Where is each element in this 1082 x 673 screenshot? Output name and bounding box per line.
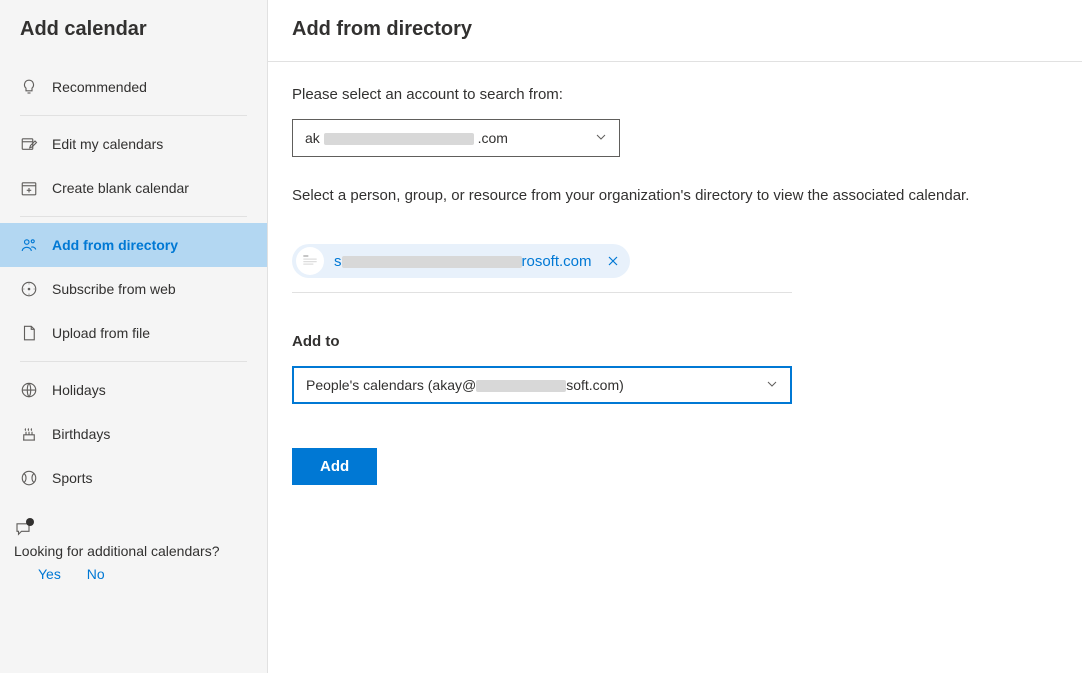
sidebar-item-label: Add from directory — [52, 237, 178, 253]
add-button[interactable]: Add — [292, 448, 377, 485]
avatar — [296, 247, 324, 275]
sidebar: Add calendar Recommended Edit my calenda… — [0, 0, 268, 673]
sidebar-item-upload-file[interactable]: Upload from file — [0, 311, 267, 355]
sidebar-item-create-blank[interactable]: Create blank calendar — [0, 166, 267, 210]
divider — [268, 61, 1082, 62]
feedback-prompt: Looking for additional calendars? — [14, 542, 253, 562]
main-panel: Add from directory Please select an acco… — [268, 0, 1082, 673]
sports-icon — [20, 469, 38, 487]
sidebar-title: Add calendar — [0, 18, 267, 65]
divider — [20, 115, 247, 116]
feedback-icon — [14, 520, 32, 538]
account-select-value: ak .com — [305, 130, 508, 146]
sidebar-item-label: Holidays — [52, 382, 106, 398]
globe-icon — [20, 381, 38, 399]
account-label: Please select an account to search from: — [292, 86, 1082, 103]
feedback-no-link[interactable]: No — [87, 566, 105, 582]
sidebar-item-recommended[interactable]: Recommended — [0, 65, 267, 109]
chevron-down-icon — [595, 130, 607, 146]
sidebar-item-subscribe-web[interactable]: Subscribe from web — [0, 267, 267, 311]
sidebar-group: Add from directory Subscribe from web Up… — [0, 223, 267, 355]
sidebar-item-add-from-directory[interactable]: Add from directory — [0, 223, 267, 267]
instruction-text: Select a person, group, or resource from… — [292, 187, 1082, 204]
sidebar-item-holidays[interactable]: Holidays — [0, 368, 267, 412]
edit-calendar-icon — [20, 135, 38, 153]
divider — [20, 361, 247, 362]
blank-calendar-icon — [20, 179, 38, 197]
sidebar-item-sports[interactable]: Sports — [0, 456, 267, 500]
sidebar-item-birthdays[interactable]: Birthdays — [0, 412, 267, 456]
person-picker[interactable]: s rosoft.com — [292, 244, 792, 293]
add-to-label: Add to — [292, 333, 1082, 350]
account-select[interactable]: ak .com — [292, 119, 620, 157]
sidebar-group: Recommended — [0, 65, 267, 109]
sidebar-item-label: Subscribe from web — [52, 281, 176, 297]
divider — [20, 216, 247, 217]
file-icon — [20, 324, 38, 342]
sidebar-item-label: Create blank calendar — [52, 180, 189, 196]
sidebar-group: Holidays Birthdays Sports — [0, 368, 267, 500]
sidebar-footer: Looking for additional calendars? Yes No — [0, 520, 267, 582]
sidebar-group: Edit my calendars Create blank calendar — [0, 122, 267, 210]
add-to-select[interactable]: People's calendars (akay@ soft.com) — [292, 366, 792, 404]
sidebar-item-label: Recommended — [52, 79, 147, 95]
lightbulb-icon — [20, 78, 38, 96]
page-title: Add from directory — [292, 18, 1082, 41]
sidebar-item-label: Birthdays — [52, 426, 110, 442]
person-chip: s rosoft.com — [292, 244, 630, 278]
sidebar-item-label: Sports — [52, 470, 92, 486]
cake-icon — [20, 425, 38, 443]
web-icon — [20, 280, 38, 298]
sidebar-item-edit-calendars[interactable]: Edit my calendars — [0, 122, 267, 166]
people-icon — [20, 236, 38, 254]
chip-text: s rosoft.com — [334, 253, 592, 270]
chevron-down-icon — [766, 377, 778, 393]
sidebar-item-label: Edit my calendars — [52, 136, 163, 152]
feedback-yes-link[interactable]: Yes — [38, 566, 61, 582]
add-to-select-value: People's calendars (akay@ soft.com) — [306, 377, 624, 393]
sidebar-item-label: Upload from file — [52, 325, 150, 341]
remove-chip-button[interactable] — [606, 254, 620, 268]
